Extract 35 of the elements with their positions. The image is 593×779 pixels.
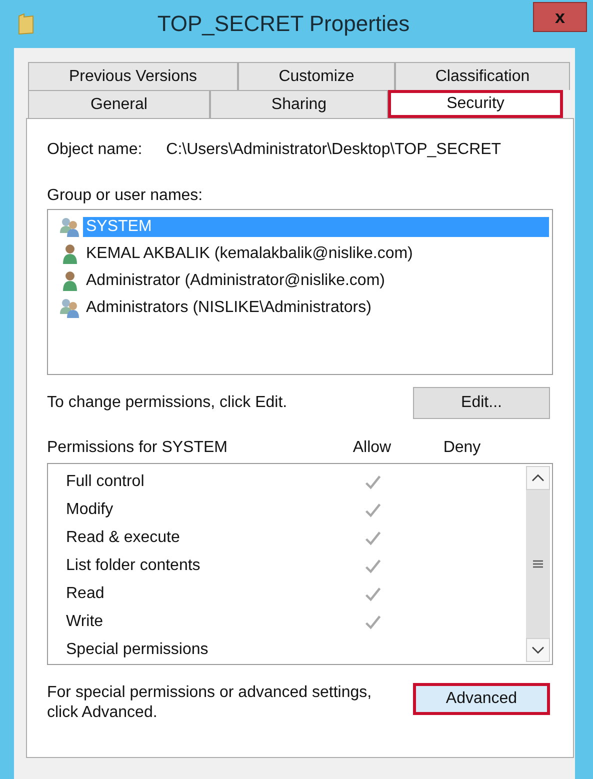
edit-hint: To change permissions, click Edit. [47, 394, 288, 412]
permission-name: Read & execute [66, 529, 181, 547]
scrollbar[interactable] [526, 466, 550, 662]
advanced-button[interactable]: Advanced [413, 683, 550, 715]
permission-name: Special permissions [66, 641, 210, 659]
user-list-item[interactable]: Administrator (Administrator@nislike.com) [83, 270, 388, 290]
folder-icon [18, 13, 34, 35]
permissions-title: Permissions for SYSTEM [47, 439, 228, 457]
edit-button[interactable]: Edit... [413, 387, 550, 419]
scroll-up-icon[interactable] [526, 466, 550, 490]
tab[interactable]: Sharing [210, 90, 388, 118]
tab[interactable]: Classification [395, 62, 570, 90]
tab[interactable]: Customize [238, 62, 395, 90]
tab[interactable]: General [28, 90, 210, 118]
close-button[interactable]: x [533, 2, 587, 32]
user-list-item[interactable]: KEMAL AKBALIK (kemalakbalik@nislike.com) [83, 244, 416, 264]
object-name-value: C:\Users\Administrator\Desktop\TOP_SECRET [166, 141, 502, 159]
permission-name: List folder contents [66, 557, 202, 575]
permission-name: Modify [66, 501, 114, 519]
permission-name: Full control [66, 473, 146, 491]
user-list-item[interactable]: Administrators (NISLIKE\Administrators) [83, 298, 374, 318]
scroll-down-icon[interactable] [526, 638, 550, 662]
advanced-hint: For special permissions or advanced settings, click Advanced. [47, 683, 373, 723]
deny-header: Deny [442, 439, 482, 457]
object-name-label: Object name: [47, 141, 142, 159]
permission-name: Write [66, 613, 104, 631]
tab[interactable]: Security [388, 90, 563, 118]
permission-name: Read [66, 585, 106, 603]
user-group-icon [59, 216, 81, 238]
user-group-icon [59, 296, 81, 318]
group-label: Group or user names: [47, 187, 204, 205]
tab[interactable]: Previous Versions [28, 62, 238, 90]
window-title: TOP_SECRET Properties [156, 11, 411, 37]
allow-header: Allow [352, 439, 392, 457]
scroll-grip-icon[interactable] [532, 558, 544, 570]
